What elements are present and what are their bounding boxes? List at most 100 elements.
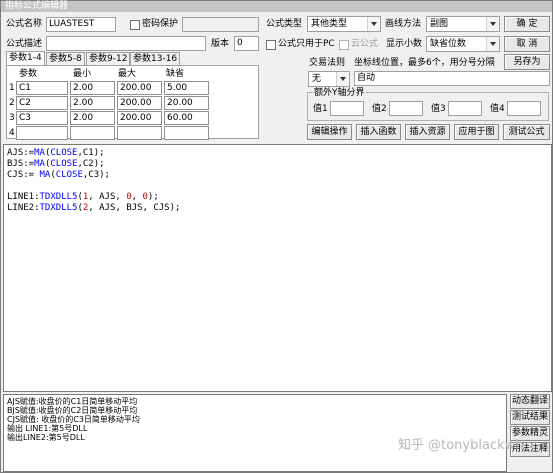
param-header-name: 参数: [19, 69, 38, 79]
param-default-cell[interactable]: 20.00: [164, 96, 209, 110]
save-as-button[interactable]: 另存为: [504, 54, 550, 70]
dynamic-translate-button[interactable]: 动态翻译: [510, 394, 550, 409]
value3-label: 值3: [431, 104, 446, 114]
param-name-cell[interactable]: C3: [16, 111, 68, 125]
ok-button[interactable]: 确 定: [504, 16, 550, 32]
cloud-formula-checkbox[interactable]: [339, 40, 349, 50]
formula-desc-input[interactable]: [46, 36, 206, 51]
output-line: CJS赋值: 收盘价的C3日简单移动平均: [7, 415, 140, 424]
code-token: LINE1:: [7, 192, 40, 202]
version-input[interactable]: 0: [234, 36, 259, 51]
code-token: , AJS, BJS, CJS);: [88, 203, 181, 213]
code-function: MA: [34, 159, 45, 169]
value4-input[interactable]: [507, 101, 541, 116]
tab-params-5-8[interactable]: 参数5-8: [46, 52, 85, 66]
param-min-cell[interactable]: 2.00: [70, 111, 115, 125]
output-line: 输出LINE2:第5号DLL: [7, 433, 85, 442]
trade-rule-value: 无: [312, 74, 322, 84]
output-line: 输出 LINE1:第5号DLL: [7, 424, 88, 433]
tab-params-1-4[interactable]: 参数1-4: [6, 51, 45, 66]
param-default-cell[interactable]: [164, 126, 209, 140]
cloud-formula-label: 云公式: [351, 39, 379, 49]
trade-rule-select[interactable]: 无: [308, 71, 350, 87]
param-default-cell[interactable]: 60.00: [164, 111, 209, 125]
code-keyword: CLOSE: [50, 148, 78, 158]
edit-ops-button[interactable]: 编辑操作: [307, 124, 352, 140]
param-min-cell[interactable]: 2.00: [70, 96, 115, 110]
chevron-down-icon: [367, 17, 380, 31]
draw-method-select[interactable]: 副图: [426, 16, 500, 32]
code-line: AJS:=MA(CLOSE,C1);: [7, 148, 105, 159]
value1-input[interactable]: [330, 101, 364, 116]
value2-input[interactable]: [389, 101, 423, 116]
param-header-default: 缺省: [166, 69, 185, 79]
param-row-number: 4: [9, 128, 15, 138]
decimals-value: 缺省位数: [430, 39, 467, 49]
value3-input[interactable]: [448, 101, 482, 116]
version-label: 版本: [211, 39, 230, 49]
param-max-cell[interactable]: [117, 126, 162, 140]
insert-resource-button[interactable]: 插入资源: [405, 124, 450, 140]
pc-only-checkbox[interactable]: [266, 40, 276, 50]
formula-type-select[interactable]: 其他类型: [307, 16, 381, 32]
password-label: 密码保护: [142, 19, 179, 29]
param-name-cell[interactable]: C2: [16, 96, 68, 110]
code-token: ,C3);: [82, 170, 110, 180]
watermark: 知乎 @tonyblackwh: [398, 438, 524, 453]
code-function: TDXDLL5: [39, 203, 78, 213]
coord-lines-label: 坐标线位置，最多6个，用分号分隔: [354, 58, 495, 68]
tab-params-9-12[interactable]: 参数9-12: [86, 52, 131, 66]
param-header-min: 最小: [73, 69, 92, 79]
param-default-cell[interactable]: 5.00: [164, 81, 209, 95]
draw-method-label: 画线方法: [385, 19, 422, 29]
code-token: CJS:=: [7, 170, 40, 180]
output-line: BJS赋值:收盘价的C2日简单移动平均: [7, 406, 138, 415]
param-name-cell[interactable]: [16, 126, 68, 140]
test-result-button[interactable]: 测试结果: [510, 410, 550, 425]
param-max-cell[interactable]: 200.00: [117, 96, 162, 110]
code-line: LINE1:TDXDLL5(1, AJS, 0, 0);: [7, 192, 159, 203]
code-function: MA: [34, 148, 45, 158]
chevron-down-icon: [486, 17, 499, 31]
insert-function-button[interactable]: 插入函数: [356, 124, 401, 140]
param-min-cell[interactable]: [70, 126, 115, 140]
coord-lines-input[interactable]: 自动: [354, 71, 550, 86]
param-name-cell[interactable]: C1: [16, 81, 68, 95]
param-max-cell[interactable]: 200.00: [117, 81, 162, 95]
translation-output: AJS赋值:收盘价的C1日简单移动平均 BJS赋值:收盘价的C2日简单移动平均 …: [3, 394, 507, 472]
value2-label: 值2: [372, 104, 387, 114]
param-max-cell[interactable]: 200.00: [117, 111, 162, 125]
tab-params-13-16[interactable]: 参数13-16: [130, 52, 181, 66]
param-row-number: 1: [9, 83, 15, 93]
password-input[interactable]: [182, 17, 259, 32]
decimals-select[interactable]: 缺省位数: [426, 36, 500, 52]
value4-label: 值4: [490, 104, 505, 114]
formula-type-value: 其他类型: [311, 19, 348, 29]
code-function: MA: [39, 170, 51, 180]
extra-y-axis-label: 额外Y轴分界: [313, 87, 366, 99]
formula-desc-label: 公式描述: [6, 39, 43, 49]
param-grid: 参数 最小 最大 缺省 1 C1 2.00 200.00 5.00 2 C2 2…: [6, 65, 259, 140]
code-token: ,C2);: [77, 159, 105, 169]
code-function: TDXDLL5: [39, 192, 78, 202]
draw-method-value: 副图: [430, 19, 449, 29]
test-formula-button[interactable]: 测试公式: [503, 124, 550, 140]
trade-rule-label: 交易法则: [309, 58, 346, 68]
code-token: );: [147, 192, 159, 202]
code-editor[interactable]: AJS:=MA(CLOSE,C1); BJS:=MA(CLOSE,C2); CJ…: [3, 144, 552, 392]
param-min-cell[interactable]: 2.00: [70, 81, 115, 95]
chevron-down-icon: [486, 37, 499, 51]
password-checkbox[interactable]: [130, 20, 140, 30]
formula-name-input[interactable]: LUASTEST: [46, 17, 116, 32]
apply-to-chart-button[interactable]: 应用于图: [454, 124, 499, 140]
code-keyword: CLOSE: [50, 159, 78, 169]
code-token: , AJS,: [88, 192, 127, 202]
formula-editor-window: 指标公式编辑器 公式名称 LUASTEST 密码保护 公式类型 其他类型 画线方…: [0, 0, 553, 473]
value1-label: 值1: [313, 104, 328, 114]
formula-name-label: 公式名称: [6, 19, 43, 29]
cancel-button[interactable]: 取 消: [504, 36, 550, 52]
code-token: AJS:=: [7, 148, 35, 158]
code-line: CJS:= MA(CLOSE,C3);: [7, 170, 110, 181]
param-header-max: 最大: [118, 69, 137, 79]
code-token: BJS:=: [7, 159, 35, 169]
